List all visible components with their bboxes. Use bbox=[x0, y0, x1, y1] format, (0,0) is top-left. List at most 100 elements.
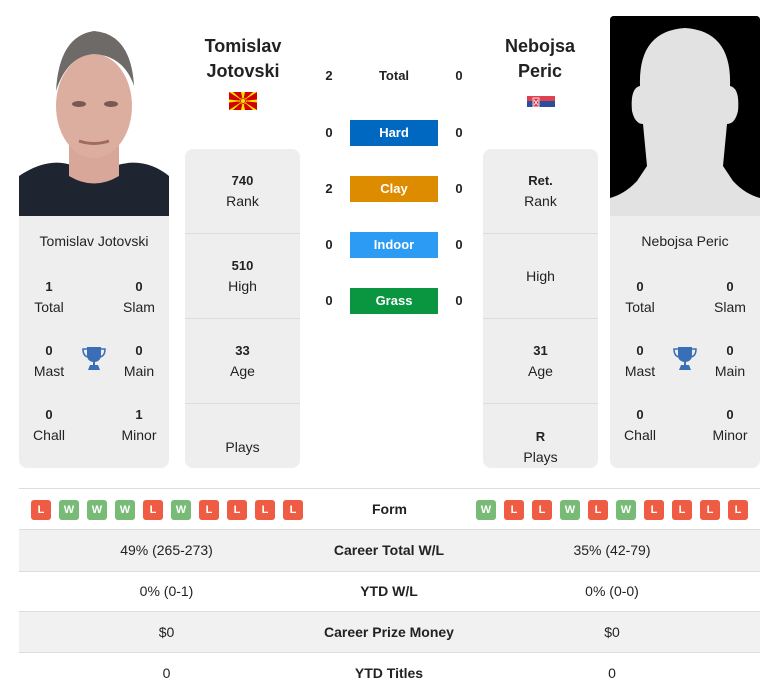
form-row: LWWWLWLLLL Form WLLWLWLLLL bbox=[19, 490, 760, 529]
table-row-prize-money: $0 Career Prize Money $0 bbox=[19, 612, 760, 653]
titles-chall-value: 0 bbox=[636, 407, 644, 422]
h2h-right-count: 0 bbox=[455, 293, 463, 308]
serbia-flag-icon bbox=[527, 92, 555, 110]
h2h-surface-clay[interactable]: Clay bbox=[350, 176, 438, 202]
h2h-grass-row: 0 Grass 0 bbox=[315, 288, 473, 314]
titles-mast-value: 0 bbox=[636, 343, 644, 358]
h2h-surface-indoor[interactable]: Indoor bbox=[350, 232, 438, 258]
player-name-left[interactable]: Tomislav Jotovski bbox=[173, 34, 313, 84]
row-label: YTD Titles bbox=[354, 665, 424, 681]
titles-player-name: Nebojsa Peric bbox=[641, 233, 729, 249]
player-name-right[interactable]: Nebojsa Peric bbox=[470, 34, 610, 84]
stat-high-label: High bbox=[526, 268, 555, 284]
player-last-name: Jotovski bbox=[206, 61, 280, 81]
titles-minor-label: Minor bbox=[121, 427, 157, 443]
form-badge-win[interactable]: W bbox=[616, 500, 636, 520]
stat-plays-value: R bbox=[535, 428, 546, 444]
form-badge-loss[interactable]: L bbox=[504, 500, 524, 520]
row-label: Career Total W/L bbox=[333, 542, 445, 558]
form-badge-win[interactable]: W bbox=[171, 500, 191, 520]
form-badge-loss[interactable]: L bbox=[532, 500, 552, 520]
titles-total-label: Total bbox=[625, 299, 655, 315]
titles-mast-label: Mast bbox=[624, 363, 656, 379]
titles-total-label: Total bbox=[34, 299, 64, 315]
h2h-right-count: 0 bbox=[455, 68, 463, 83]
titles-minor: 1 Minor bbox=[109, 405, 169, 445]
titles-total: 0 Total bbox=[610, 277, 670, 317]
form-badge-win[interactable]: W bbox=[87, 500, 107, 520]
trophy-icon bbox=[82, 346, 106, 372]
form-badge-win[interactable]: W bbox=[560, 500, 580, 520]
h2h-surface-grass[interactable]: Grass bbox=[350, 288, 438, 314]
left-value: $0 bbox=[158, 624, 175, 640]
stats-card-left: 740 Rank 510 High 33 Age Plays bbox=[185, 149, 300, 468]
titles-card-right: Nebojsa Peric 0 Total 0 Slam 0 Mast 0 Ma… bbox=[610, 216, 760, 468]
stat-age-value: 33 bbox=[235, 343, 250, 358]
player-silhouette-icon bbox=[610, 16, 760, 216]
h2h-right-count: 0 bbox=[455, 125, 463, 140]
h2h-right-count: 0 bbox=[455, 181, 463, 196]
titles-card-left: Tomislav Jotovski 1 Total 0 Slam 0 Mast … bbox=[19, 216, 169, 468]
titles-mast-label: Mast bbox=[33, 363, 65, 379]
stat-age: 33 Age bbox=[185, 319, 300, 404]
titles-total-value: 0 bbox=[636, 279, 644, 294]
player-photo-left bbox=[19, 16, 169, 216]
titles-main-label: Main bbox=[714, 363, 746, 379]
titles-slam-value: 0 bbox=[726, 279, 734, 294]
form-badge-win[interactable]: W bbox=[59, 500, 79, 520]
titles-minor-value: 1 bbox=[135, 407, 143, 422]
h2h-left-count: 0 bbox=[325, 237, 333, 252]
titles-minor: 0 Minor bbox=[700, 405, 760, 445]
stat-high: 510 High bbox=[185, 234, 300, 319]
form-badge-loss[interactable]: L bbox=[283, 500, 303, 520]
titles-chall-value: 0 bbox=[45, 407, 53, 422]
trophy-icon bbox=[673, 346, 697, 372]
right-value: 0% (0-0) bbox=[585, 583, 639, 599]
right-value: $0 bbox=[604, 624, 620, 640]
form-badge-loss[interactable]: L bbox=[143, 500, 163, 520]
form-badge-loss[interactable]: L bbox=[700, 500, 720, 520]
h2h-right-count: 0 bbox=[455, 237, 463, 252]
form-badge-loss[interactable]: L bbox=[199, 500, 219, 520]
stat-plays: Plays bbox=[185, 404, 300, 468]
form-badge-loss[interactable]: L bbox=[31, 500, 51, 520]
form-badge-win[interactable]: W bbox=[115, 500, 135, 520]
stat-rank-value: 740 bbox=[231, 173, 254, 188]
stat-rank-label: Rank bbox=[226, 193, 259, 209]
h2h-surface-hard[interactable]: Hard bbox=[350, 120, 438, 146]
titles-main-value: 0 bbox=[135, 343, 143, 358]
right-value: 0 bbox=[608, 665, 616, 681]
titles-slam-label: Slam bbox=[123, 299, 155, 315]
row-label: YTD W/L bbox=[360, 583, 418, 599]
form-badge-win[interactable]: W bbox=[476, 500, 496, 520]
stat-plays: R Plays bbox=[483, 404, 598, 468]
stat-high: High bbox=[483, 234, 598, 319]
form-badge-loss[interactable]: L bbox=[728, 500, 748, 520]
titles-slam: 0 Slam bbox=[109, 277, 169, 317]
stat-rank-value: Ret. bbox=[528, 173, 553, 188]
titles-slam: 0 Slam bbox=[700, 277, 760, 317]
table-divider bbox=[19, 488, 760, 489]
titles-chall: 0 Chall bbox=[19, 405, 79, 445]
titles-total-value: 1 bbox=[45, 279, 53, 294]
stat-rank-label: Rank bbox=[524, 193, 557, 209]
player-last-name: Peric bbox=[517, 61, 563, 81]
player-photo-right bbox=[610, 16, 760, 216]
right-value: 35% (42-79) bbox=[573, 542, 651, 558]
stat-age: 31 Age bbox=[483, 319, 598, 404]
form-badge-loss[interactable]: L bbox=[227, 500, 247, 520]
form-badge-loss[interactable]: L bbox=[588, 500, 608, 520]
h2h-surface-total: Total bbox=[378, 68, 410, 83]
stat-age-value: 31 bbox=[533, 343, 548, 358]
north-macedonia-flag-icon bbox=[229, 92, 257, 110]
titles-minor-value: 0 bbox=[726, 407, 734, 422]
titles-slam-label: Slam bbox=[714, 299, 746, 315]
form-badge-loss[interactable]: L bbox=[672, 500, 692, 520]
titles-chall-label: Chall bbox=[624, 427, 656, 443]
form-badge-loss[interactable]: L bbox=[255, 500, 275, 520]
h2h-left-count: 2 bbox=[325, 181, 333, 196]
form-badge-loss[interactable]: L bbox=[644, 500, 664, 520]
titles-slam-value: 0 bbox=[135, 279, 143, 294]
titles-main-value: 0 bbox=[726, 343, 734, 358]
stat-high-label: High bbox=[228, 278, 257, 294]
